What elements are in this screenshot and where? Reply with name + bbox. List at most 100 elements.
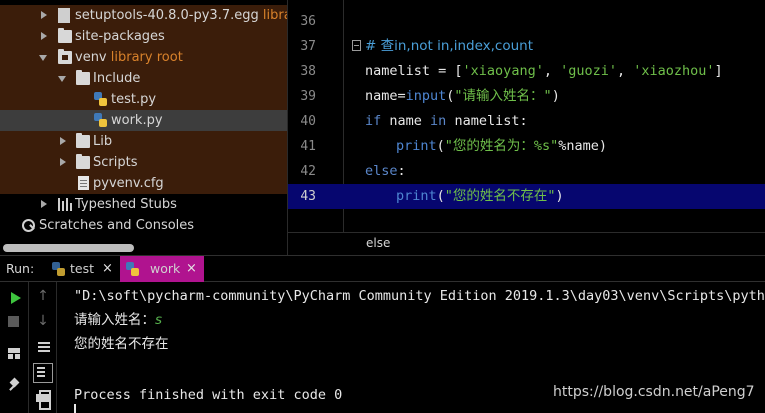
code-editor[interactable]: 36 37 # 查in,not in,index,count 38 nameli… [287,0,765,255]
tree-item-scratches[interactable]: Scratches and Consoles [0,215,287,236]
close-icon[interactable]: × [186,256,197,282]
breadcrumb: else [288,232,765,255]
tree-item-label: venv [75,50,107,65]
run-tab-label: test [70,261,95,276]
watermark-text: https://blog.csdn.net/aPeng7 [553,384,755,400]
library-folder-icon [58,49,72,64]
library-stubs-icon [58,198,72,211]
python-file-icon [94,92,107,106]
code-line[interactable]: 37 # 查in,not in,index,count [288,34,765,59]
tree-item-label: Lib [93,134,113,149]
tree-item-include[interactable]: Include [0,68,287,89]
arrow-down-icon[interactable]: ↓ [33,311,53,331]
run-tab-test[interactable]: test × [46,256,118,282]
fold-icon[interactable] [352,40,361,51]
play-icon [11,292,21,304]
code-text: print("您的姓名为：%s"%name) [396,138,608,154]
tree-item-work-py[interactable]: work.py [0,110,287,131]
code-line[interactable]: 36 [288,9,765,34]
line-number: 41 [300,139,316,154]
console-line: "D:\soft\pycharm-community\PyCharm Commu… [74,288,765,304]
breadcrumb-item[interactable]: else [366,236,390,250]
code-comment: # 查in,not in,index,count [365,38,534,54]
run-tab-work[interactable]: work × [120,256,204,282]
console-line: Process finished with exit code 0 [74,387,343,403]
chevron-right-icon[interactable] [41,11,47,19]
config-file-icon [78,176,89,190]
code-text: else: [365,163,406,179]
run-label: Run: [6,261,35,276]
code-line[interactable]: 39 name=input("请输入姓名：") [288,84,765,109]
line-number: 36 [300,14,316,29]
scratches-icon [21,218,35,232]
tree-item-lib[interactable]: Lib [0,131,287,152]
run-tab-label: work [150,261,181,276]
tree-item-label: Typeshed Stubs [75,197,177,212]
code-line[interactable]: 40 if name in namelist: [288,109,765,134]
stop-icon [8,316,19,327]
line-number: 39 [300,89,316,104]
stop-button[interactable] [8,315,28,335]
folder-icon [58,28,72,43]
tree-horizontal-scrollbar[interactable] [3,244,134,252]
code-line[interactable]: 38 namelist = ['xiaoyang', 'guozi', 'xia… [288,59,765,84]
code-text: if name in namelist: [365,113,528,129]
library-tag: library [262,8,287,23]
arrow-up-icon[interactable]: ↑ [33,286,53,306]
tree-item-label: Include [93,71,141,86]
chevron-down-icon[interactable] [39,55,47,61]
console-line: 请输入姓名：s [74,312,163,328]
archive-icon [58,8,70,23]
close-icon[interactable]: × [102,256,113,282]
tree-item-typeshed-stubs[interactable]: Typeshed Stubs [0,194,287,215]
line-number: 37 [300,39,316,54]
console-input-value: s [155,312,163,328]
tree-item-label: Scripts [93,155,138,170]
run-toolbar-secondary: ↑ ↓ [29,282,57,413]
tree-item-test-py[interactable]: test.py [0,89,287,110]
chevron-right-icon[interactable] [41,200,47,208]
chevron-right-icon[interactable] [41,32,47,40]
python-file-icon [94,113,107,127]
tree-item-label: work.py [111,113,163,128]
tree-item-label: Scratches and Consoles [39,218,195,233]
tree-item-setuptools-egg[interactable]: setuptools-40.8.0-py3.7.egg library [0,5,287,26]
line-number: 38 [300,64,316,79]
tree-item-label: setuptools-40.8.0-py3.7.egg [75,8,259,23]
chevron-down-icon[interactable] [58,76,66,82]
folder-icon [76,133,90,148]
run-tool-window-header: Run: test × work × [0,255,765,282]
line-number: 43 [300,189,316,204]
code-line[interactable]: 41 print("您的姓名为：%s"%name) [288,134,765,159]
code-text: name=input("请输入姓名：") [365,88,560,104]
line-number: 42 [300,164,316,179]
python-icon [52,262,66,276]
tree-item-label: pyvenv.cfg [93,176,164,191]
print-icon[interactable] [34,389,54,410]
tree-item-site-packages[interactable]: site-packages [0,26,287,47]
project-tree: setuptools-40.8.0-py3.7.egg library site… [0,0,287,255]
tree-item-scripts[interactable]: Scripts [0,152,287,173]
tree-item-label: test.py [111,92,157,107]
console-line: 您的姓名不存在 [74,336,169,352]
tree-item-venv[interactable]: venv library root [0,47,287,68]
line-number: 40 [300,114,316,129]
folder-icon [76,70,90,85]
soft-wrap-icon[interactable] [35,338,55,358]
python-icon [126,262,140,276]
folder-icon [76,154,90,169]
pin-icon[interactable] [8,378,28,398]
chevron-right-icon[interactable] [60,137,66,145]
code-text: namelist = ['xiaoyang', 'guozi', 'xiaozh… [365,63,723,79]
run-toolbar-primary [0,282,29,413]
code-line[interactable]: 42 else: [288,159,765,184]
scroll-to-end-icon[interactable] [33,363,53,383]
code-text: print("您的姓名不存在") [396,188,564,204]
chevron-right-icon[interactable] [60,158,66,166]
code-line-current[interactable]: 43 print("您的姓名不存在") [288,184,765,209]
layout-icon[interactable] [8,348,28,368]
tree-item-label: site-packages [75,29,165,44]
console-caret [74,404,76,413]
tree-item-pyvenv-cfg[interactable]: pyvenv.cfg [0,173,287,194]
rerun-button[interactable] [9,290,29,310]
